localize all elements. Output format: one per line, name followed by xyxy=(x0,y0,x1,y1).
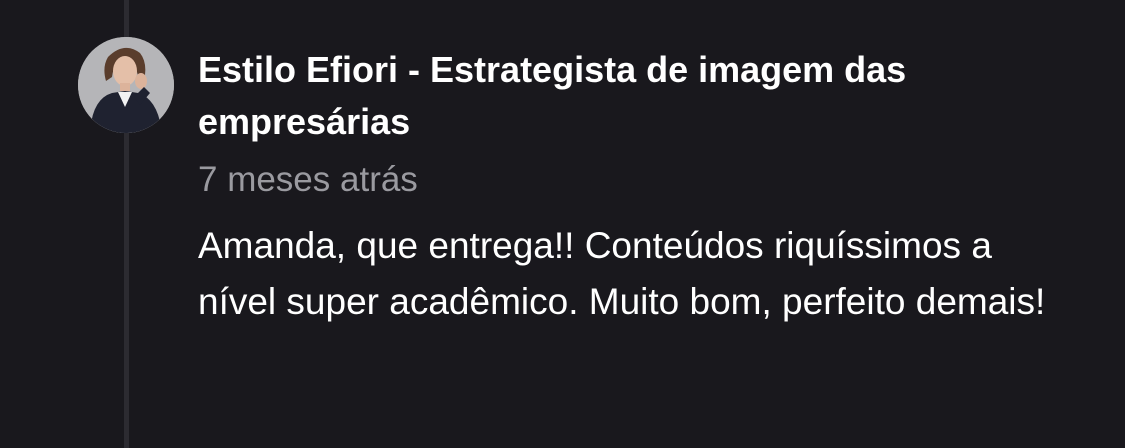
avatar[interactable] xyxy=(78,37,174,133)
comment: Estilo Efiori - Estrategista de imagem d… xyxy=(198,44,1098,330)
avatar-image xyxy=(78,37,174,133)
comment-text: Amanda, que entrega!! Conteúdos riquíssi… xyxy=(198,225,1046,322)
comment-timestamp[interactable]: 7 meses atrás xyxy=(198,158,1098,202)
comment-author-name[interactable]: Estilo Efiori - Estrategista de imagem d… xyxy=(198,44,1098,148)
